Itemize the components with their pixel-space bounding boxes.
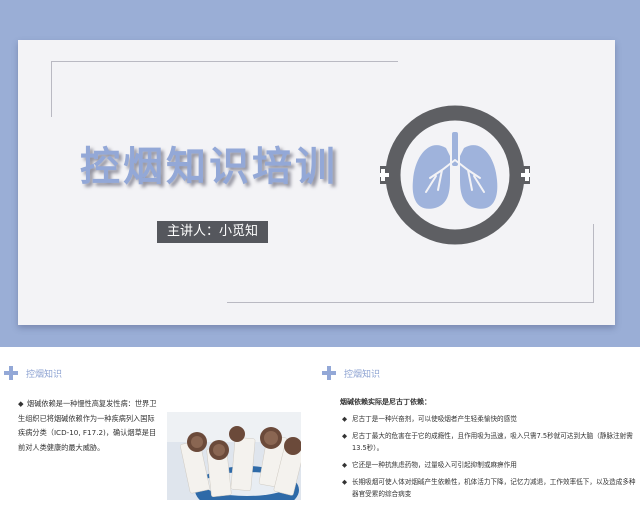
right-bullet-list: ◆ 尼古丁是一种兴奋剂，可以使吸烟者产生轻柔愉快的感觉 ◆ 尼古丁最大的危害在于它的… [342,413,638,505]
plus-icon [322,366,336,380]
presenter-label: 主讲人：小觅知 [157,221,269,243]
diamond-bullet-icon: ◆ [18,399,24,408]
lungs-emblem [372,100,538,250]
left-section-title: 控烟知识 [26,369,63,380]
right-heading: 烟碱依赖实际是尼古丁依赖： [340,398,431,406]
left-section-header: 控烟知识 [4,366,62,380]
list-item: ◆ 长期吸烟可使人体对烟碱产生依赖性，机体活力下降，记忆力减退，工作效率低下，以及… [342,478,636,498]
lungs-emblem-svg [372,105,538,245]
cigarettes-photo-svg [167,412,301,500]
deco-line-left [51,61,52,117]
cigarettes-photo [167,412,301,500]
right-section-header: 控烟知识 [322,366,380,380]
right-content-slide: 控烟知识 烟碱依赖实际是尼古丁依赖： ◆ 尼古丁是一种兴奋剂，可以使吸烟者产生轻柔… [318,356,640,500]
lungs-icon [412,132,498,209]
plus-left-icon [372,166,394,184]
diamond-bullet-icon: ◆ [342,432,348,440]
left-paragraph-block: ◆ 烟碱依赖是一种慢性高复发性病：世界卫生组织已将烟碱依赖作为一种疾病列入国际疾病… [18,397,158,455]
list-item: ◆ 它还是一种抗焦虑药物，过量吸入可引起抑制或麻痹作用 [342,461,517,469]
list-item: ◆ 尼古丁最大的危害在于它的成瘾性，且作用吸为迅速，吸入只需7.5秒就可达到大脑（… [342,432,633,452]
diamond-bullet-icon: ◆ [342,461,348,469]
plus-right-icon [516,166,538,184]
right-section-title: 控烟知识 [344,369,381,380]
left-content-slide: 控烟知识 ◆ 烟碱依赖是一种慢性高复发性病：世界卫生组织已将烟碱依赖作为一种疾病列… [0,356,313,500]
title-slide: 控烟知识培训 主讲人：小觅知 [0,0,640,347]
slide-title: 控烟知识培训 [80,144,338,190]
diamond-bullet-icon: ◆ [342,478,348,486]
ring-icon [385,105,525,245]
list-item: ◆ 尼古丁是一种兴奋剂，可以使吸烟者产生轻柔愉快的感觉 [342,415,517,423]
diamond-bullet-icon: ◆ [342,415,348,423]
deco-line-top [51,61,398,62]
deco-line-right [593,224,594,302]
left-paragraph: 烟碱依赖是一种慢性高复发性病：世界卫生组织已将烟碱依赖作为一种疾病列入国际疾病分… [18,399,157,452]
plus-icon [4,366,18,380]
deco-line-bottom [227,302,594,303]
